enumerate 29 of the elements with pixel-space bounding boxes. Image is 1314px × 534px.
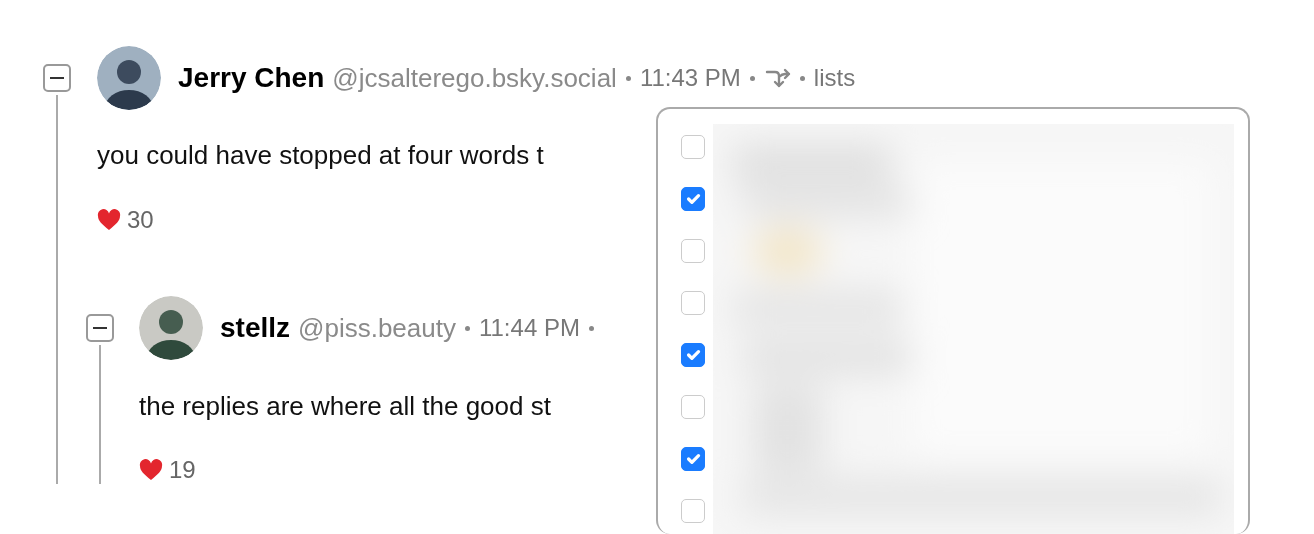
heart-icon <box>97 209 121 231</box>
checkbox[interactable] <box>681 447 705 471</box>
separator-dot <box>588 325 594 331</box>
separator-dot <box>799 75 805 81</box>
checkbox[interactable] <box>681 499 705 523</box>
post-time: 11:43 PM <box>639 63 741 93</box>
split-arrow-icon <box>763 66 791 90</box>
author-handle: @jcsalterego.bsky.social <box>332 61 617 95</box>
separator-dot <box>625 75 631 81</box>
like-count: 30 <box>127 205 154 235</box>
checkbox[interactable] <box>681 343 705 367</box>
checkbox[interactable] <box>681 239 705 263</box>
checkbox[interactable] <box>681 395 705 419</box>
collapse-button[interactable] <box>86 314 114 342</box>
lists-link[interactable]: lists <box>813 60 856 96</box>
collapse-button[interactable] <box>43 64 71 92</box>
checkbox[interactable] <box>681 291 705 315</box>
author-name: Jerry Chen <box>178 61 325 95</box>
post-text: the replies are where all the good st <box>139 390 551 423</box>
checkbox[interactable] <box>681 135 705 159</box>
post-text: you could have stopped at four words t <box>97 139 544 172</box>
post-time: 11:44 PM <box>478 313 580 343</box>
separator-dot <box>464 325 470 331</box>
checkbox[interactable] <box>681 187 705 211</box>
separator-dot <box>749 75 755 81</box>
author-handle: @piss.beauty <box>298 311 456 345</box>
like-count: 19 <box>169 455 196 485</box>
author-name: stellz <box>220 311 291 345</box>
heart-icon <box>139 459 163 481</box>
